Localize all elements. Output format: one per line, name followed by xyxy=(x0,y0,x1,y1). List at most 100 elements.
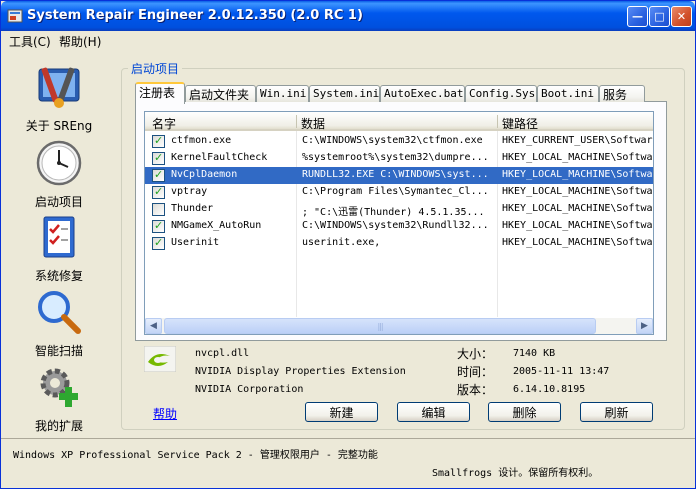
nav-label-scan: 智能扫描 xyxy=(34,344,83,358)
minimize-icon: — xyxy=(632,10,643,23)
size-label: 大小： xyxy=(457,347,494,361)
cell-name: Userinit xyxy=(171,237,220,248)
minimize-button[interactable]: — xyxy=(627,6,648,27)
checklist-icon xyxy=(43,216,75,258)
tab-services[interactable]: 服务 xyxy=(599,85,645,102)
tab-autoexec-bat[interactable]: AutoExec.bat xyxy=(380,85,465,102)
cell-data: ; "C:\迅雷(Thunder) 4.5.1.35... xyxy=(302,207,485,218)
table-row[interactable]: NvCplDaemon RUNDLL32.EXE C:\WINDOWS\syst.… xyxy=(145,167,653,184)
row-checkbox[interactable] xyxy=(152,168,165,182)
main-window: System Repair Engineer 2.0.12.350 (2.0 R… xyxy=(0,0,696,489)
detail-description: NVIDIA Display Properties Extension xyxy=(195,366,406,377)
horizontal-scrollbar[interactable]: ◀ ||| ▶ xyxy=(145,318,653,334)
nav-label-extensions: 我的扩展 xyxy=(34,419,83,433)
startup-list[interactable]: 名字 数据 键路径 ctfmon.exe C:\WINDOWS\system32\… xyxy=(144,111,654,335)
cell-data: %systemroot%\system32\dumpre... xyxy=(302,152,489,163)
nav-label-repair: 系统修复 xyxy=(34,269,83,283)
size-value: 7140 KB xyxy=(513,348,556,359)
column-header-name[interactable]: 名字 xyxy=(152,115,176,132)
close-button[interactable]: ✕ xyxy=(671,6,692,27)
app-icon xyxy=(7,9,23,23)
table-row[interactable]: NMGameX_AutoRun C:\WINDOWS\system32\Rundl… xyxy=(145,218,653,235)
cell-data: RUNDLL32.EXE C:\WINDOWS\syst... xyxy=(302,169,489,180)
nav-item-startup[interactable]: 启动项目 xyxy=(17,139,101,210)
maximize-button[interactable]: □ xyxy=(649,6,670,27)
detail-company: NVIDIA Corporation xyxy=(195,384,304,395)
edit-button[interactable]: 编辑 xyxy=(397,402,470,422)
new-button[interactable]: 新建 xyxy=(305,402,378,422)
column-header-path[interactable]: 键路径 xyxy=(502,115,538,132)
nvidia-logo-icon xyxy=(144,346,176,372)
nav-item-scan[interactable]: 智能扫描 xyxy=(17,288,101,359)
close-icon: ✕ xyxy=(676,10,687,23)
table-row[interactable]: vptray C:\Program Files\Symantec_Cl... HKE… xyxy=(145,184,653,201)
nav-label-about: 关于 SREng xyxy=(25,119,93,133)
cell-data: C:\WINDOWS\system32\Rundll32... xyxy=(302,220,489,231)
nav-label-startup: 启动项目 xyxy=(34,195,83,209)
gear-plus-icon xyxy=(40,368,78,407)
cell-path: HKEY_LOCAL_MACHINE\Softwa xyxy=(502,152,653,163)
cell-path: HKEY_CURRENT_USER\Softwar xyxy=(502,135,653,146)
row-checkbox[interactable] xyxy=(152,151,165,165)
cell-data: C:\Program Files\Symantec_Cl... xyxy=(302,186,489,197)
cell-name: Thunder xyxy=(171,203,214,214)
cell-path: HKEY_LOCAL_MACHINE\Softwa xyxy=(502,220,653,231)
help-link[interactable]: 帮助 xyxy=(153,405,177,422)
nav-item-repair[interactable]: 系统修复 xyxy=(17,213,101,284)
scroll-right-icon: ▶ xyxy=(641,321,648,331)
groupbox-title: 启动项目 xyxy=(128,60,183,77)
tools-icon xyxy=(38,67,80,108)
tab-boot-ini[interactable]: Boot.ini xyxy=(537,85,599,102)
table-row[interactable]: ctfmon.exe C:\WINDOWS\system32\ctfmon.exe… xyxy=(145,133,653,150)
delete-button[interactable]: 删除 xyxy=(488,402,561,422)
menu-help[interactable]: 帮助(H) xyxy=(59,33,101,50)
row-checkbox[interactable] xyxy=(152,219,165,233)
cell-name: NMGameX_AutoRun xyxy=(171,220,262,231)
cell-data: userinit.exe, xyxy=(302,237,381,248)
window-title: System Repair Engineer 2.0.12.350 (2.0 R… xyxy=(27,8,363,23)
title-bar[interactable]: System Repair Engineer 2.0.12.350 (2.0 R… xyxy=(1,1,695,31)
scroll-right-button[interactable]: ▶ xyxy=(636,318,653,334)
scroll-left-icon: ◀ xyxy=(150,321,157,331)
row-checkbox[interactable] xyxy=(152,203,165,216)
list-header: 名字 数据 键路径 xyxy=(145,112,653,132)
cell-name: ctfmon.exe xyxy=(171,135,232,146)
magnifier-icon xyxy=(38,291,81,334)
scroll-grip-icon: ||| xyxy=(377,321,383,331)
status-copyright: Smallfrogs 设计。保留所有权利。 xyxy=(432,468,599,479)
scroll-left-button[interactable]: ◀ xyxy=(145,318,162,334)
tab-startup-folder[interactable]: 启动文件夹 xyxy=(185,85,256,102)
tab-system-ini[interactable]: System.ini xyxy=(309,85,380,102)
cell-name: KernelFaultCheck xyxy=(171,152,268,163)
cell-path: HKEY_LOCAL_MACHINE\Softwa xyxy=(502,186,653,197)
cell-path: HKEY_LOCAL_MACHINE\Softwa xyxy=(502,237,653,248)
status-bar: Windows XP Professional Service Pack 2 -… xyxy=(1,438,695,488)
table-row[interactable]: Thunder ; "C:\迅雷(Thunder) 4.5.1.35... HKEY… xyxy=(145,201,653,218)
row-checkbox[interactable] xyxy=(152,185,165,199)
nav-item-extensions[interactable]: 我的扩展 xyxy=(17,363,101,434)
tab-config-sys[interactable]: Config.Sys xyxy=(465,85,537,102)
table-row[interactable]: KernelFaultCheck %systemroot%\system32\du… xyxy=(145,150,653,167)
column-header-data[interactable]: 数据 xyxy=(301,115,325,132)
time-label: 时间： xyxy=(457,365,494,379)
row-checkbox[interactable] xyxy=(152,134,165,148)
column-separator[interactable] xyxy=(296,115,297,128)
table-row[interactable]: Userinit userinit.exe, HKEY_LOCAL_MACHINE\… xyxy=(145,235,653,252)
cell-data: C:\WINDOWS\system32\ctfmon.exe xyxy=(302,135,483,146)
detail-file: nvcpl.dll xyxy=(195,348,250,359)
clock-icon xyxy=(36,140,82,186)
version-value: 6.14.10.8195 xyxy=(513,384,586,395)
tab-registry[interactable]: 注册表 xyxy=(135,82,185,104)
menu-tools[interactable]: 工具(C) xyxy=(9,33,51,50)
time-value: 2005-11-11 13:47 xyxy=(513,366,610,377)
cell-path: HKEY_LOCAL_MACHINE\Softwa xyxy=(502,169,653,180)
version-label: 版本： xyxy=(457,383,494,397)
row-checkbox[interactable] xyxy=(152,236,165,250)
nav-item-about[interactable]: 关于 SREng xyxy=(17,63,101,134)
tab-win-ini[interactable]: Win.ini xyxy=(256,85,309,102)
cell-name: NvCplDaemon xyxy=(171,169,238,180)
menu-bar: 工具(C) 帮助(H) xyxy=(1,31,695,49)
refresh-button[interactable]: 刷新 xyxy=(580,402,653,422)
column-separator[interactable] xyxy=(497,115,498,128)
scrollbar-thumb[interactable]: ||| xyxy=(164,318,596,334)
